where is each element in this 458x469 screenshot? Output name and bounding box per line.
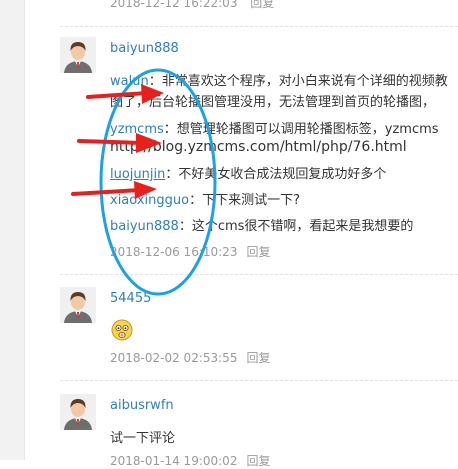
- reply-line: yzmcms：想管理轮播图可以调用轮播图标签，yzmcms: [110, 118, 439, 137]
- reply-separator: ：: [163, 122, 177, 137]
- comment-date: 2018-12-06 16:10:23: [110, 245, 238, 259]
- comment-meta: 2018-01-14 19:00:02 回复: [110, 452, 270, 469]
- reply-text: 这个cms很不错啊，看起来是我想要的: [191, 219, 414, 234]
- reply-text-continued: 图了，后台轮播图管理没用，无法管理到首页的轮播图，: [110, 95, 436, 110]
- reply-author[interactable]: walun: [110, 74, 149, 89]
- reply-text: 下下来测试一下?: [202, 193, 300, 208]
- reply-separator: ：: [165, 167, 179, 182]
- reply-button[interactable]: 回复: [246, 245, 270, 259]
- comment-username[interactable]: baiyun888: [110, 41, 179, 56]
- divider: [60, 274, 458, 275]
- previous-comment-meta: 2018-12-12 16:22:03 回复: [110, 0, 274, 11]
- reply-author[interactable]: baiyun888: [110, 219, 179, 234]
- left-gutter: [0, 0, 25, 460]
- reply-separator: ：: [178, 219, 192, 234]
- comment-meta: 2018-12-06 16:10:23 回复: [110, 243, 270, 260]
- reply-button[interactable]: 回复: [250, 0, 274, 10]
- comment-date: 2018-12-12 16:22:03: [110, 0, 238, 10]
- reply-line: xiaoxingguo：下下来测试一下?: [110, 189, 300, 208]
- comment-meta: 2018-02-02 02:53:55 回复: [110, 349, 270, 366]
- surprised-emoji-icon: [111, 319, 133, 341]
- comment-username[interactable]: 54455: [110, 291, 151, 306]
- reply-url-text: http://blog.yzmcms.com/html/php/76.html: [110, 139, 407, 155]
- divider: [60, 380, 458, 381]
- reply-button[interactable]: 回复: [246, 351, 270, 365]
- reply-text: 想管理轮播图可以调用轮播图标签，yzmcms: [176, 122, 439, 137]
- reply-author[interactable]: xiaoxingguo: [110, 193, 189, 208]
- comment-text: 试一下评论: [110, 431, 176, 446]
- avatar: [60, 287, 96, 323]
- reply-separator: ：: [148, 74, 162, 89]
- reply-text: 非常喜欢这个程序，对小白来说有个详细的视频教: [161, 74, 448, 89]
- reply-button[interactable]: 回复: [246, 454, 270, 468]
- comment-date: 2018-02-02 02:53:55: [110, 351, 238, 365]
- reply-author[interactable]: luojunjin: [110, 167, 165, 182]
- comment-date: 2018-01-14 19:00:02: [110, 454, 238, 468]
- reply-line: baiyun888：这个cms很不错啊，看起来是我想要的: [110, 215, 413, 234]
- avatar: [60, 394, 96, 430]
- avatar: [60, 37, 96, 73]
- reply-separator: ：: [189, 193, 203, 208]
- reply-text: 不好美女收合成法规回复成功好多个: [178, 167, 387, 182]
- reply-author[interactable]: yzmcms: [110, 122, 164, 137]
- reply-line: luojunjin：不好美女收合成法规回复成功好多个: [110, 163, 386, 182]
- comment-username[interactable]: aibusrwfn: [110, 398, 174, 413]
- reply-line: walun：非常喜欢这个程序，对小白来说有个详细的视频教: [110, 70, 448, 89]
- divider: [60, 26, 458, 27]
